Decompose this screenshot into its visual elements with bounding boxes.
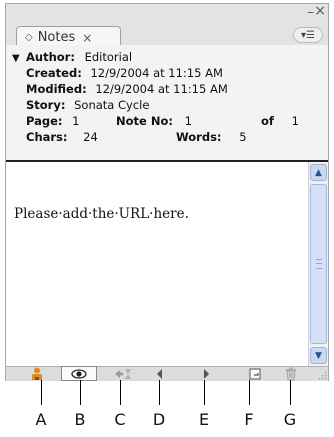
page-value: 1: [72, 114, 80, 128]
notes-panel: ◇ Notes × – × ▾☰ ▼ Author: Editorial Cre…: [5, 3, 329, 381]
callout-line-g: [290, 380, 291, 405]
callout-label-c: C: [114, 410, 126, 429]
chevron-up-icon: ▲: [315, 167, 322, 178]
chars-label: Chars:: [26, 130, 68, 144]
grip-icon: [316, 259, 322, 269]
callout-label-b: B: [74, 410, 86, 429]
next-note-button[interactable]: [195, 366, 217, 382]
show-hide-notes-button[interactable]: [61, 366, 97, 381]
note-number-label: Note No:: [116, 114, 173, 128]
delete-note-icon: [286, 367, 296, 381]
new-note-icon: [249, 368, 261, 380]
go-to-text-icon: [115, 369, 131, 379]
vertical-scrollbar[interactable]: ▲ ▼: [308, 162, 328, 366]
note-info-header: ▼ Author: Editorial Created: 12/9/2004 a…: [6, 45, 328, 162]
callout-line-f: [249, 380, 250, 405]
chevron-down-icon: ▼: [315, 350, 322, 361]
user-icon: [32, 367, 42, 380]
page-row: Page: 1: [26, 114, 80, 128]
chars-row: Chars: 24: [26, 130, 98, 144]
note-author-button[interactable]: [26, 366, 48, 382]
scroll-thumb[interactable]: [310, 184, 327, 344]
page-label: Page:: [26, 114, 63, 128]
callout-label-d: D: [152, 410, 166, 429]
collapse-triangle-icon[interactable]: ▼: [12, 53, 20, 64]
panel-titlebar: ◇ Notes × – × ▾☰: [6, 3, 328, 48]
panel-menu-button[interactable]: ▾☰: [293, 27, 323, 43]
words-label: Words:: [176, 130, 222, 144]
author-value: Editorial: [84, 50, 133, 64]
words-row: Words: 5: [176, 130, 247, 144]
author-row: Author: Editorial: [26, 50, 132, 64]
story-value: Sonata Cycle: [74, 98, 150, 112]
tab-close-icon[interactable]: ×: [82, 31, 92, 45]
note-text[interactable]: Please·add·the·URL·here.: [14, 206, 189, 222]
note-number-value: 1: [184, 114, 192, 128]
callout-label-g: G: [283, 410, 297, 429]
modified-label: Modified:: [26, 82, 87, 96]
tab-label: Notes: [37, 30, 76, 45]
next-note-icon: [204, 369, 209, 379]
tab-diamond-icon: ◇: [25, 31, 33, 43]
modified-row: Modified: 12/9/2004 at 11:15 AM: [26, 82, 228, 96]
scroll-down-button[interactable]: ▼: [310, 347, 327, 364]
callout-line-b: [80, 380, 81, 405]
new-note-button[interactable]: [244, 366, 266, 382]
callout-label-a: A: [35, 410, 47, 429]
previous-note-button[interactable]: [149, 366, 171, 382]
note-total-value: 1: [291, 114, 299, 128]
resize-grip-icon[interactable]: [318, 371, 327, 380]
callout-line-d: [159, 380, 160, 405]
modified-value: 12/9/2004 at 11:15 AM: [95, 82, 228, 96]
story-label: Story:: [26, 98, 66, 112]
panel-menu-icon: ▾☰: [301, 29, 315, 41]
scroll-up-button[interactable]: ▲: [310, 164, 327, 181]
minimize-icon[interactable]: –: [308, 5, 315, 20]
author-label: Author:: [26, 50, 75, 64]
callout-line-c: [120, 380, 121, 405]
note-text-area[interactable]: Please·add·the·URL·here.: [6, 162, 308, 366]
callout-label-f: F: [244, 410, 254, 429]
story-row: Story: Sonata Cycle: [26, 98, 149, 112]
words-value: 5: [239, 130, 247, 144]
eye-icon: [71, 368, 87, 379]
close-icon[interactable]: ×: [314, 3, 326, 19]
created-label: Created:: [26, 66, 82, 80]
callout-line-a: [41, 380, 42, 405]
callout-label-e: E: [198, 410, 210, 429]
callout-line-e: [204, 380, 205, 405]
created-value: 12/9/2004 at 11:15 AM: [90, 66, 223, 80]
chars-value: 24: [83, 130, 98, 144]
delete-note-button[interactable]: [280, 366, 302, 382]
created-row: Created: 12/9/2004 at 11:15 AM: [26, 66, 223, 80]
previous-note-icon: [157, 369, 162, 379]
note-number-row: Note No: 1: [116, 114, 192, 128]
note-total-row: of 1: [261, 114, 299, 128]
notes-toolbar: [6, 366, 328, 381]
go-to-anchor-button[interactable]: [112, 366, 134, 382]
of-label: of: [261, 114, 274, 128]
